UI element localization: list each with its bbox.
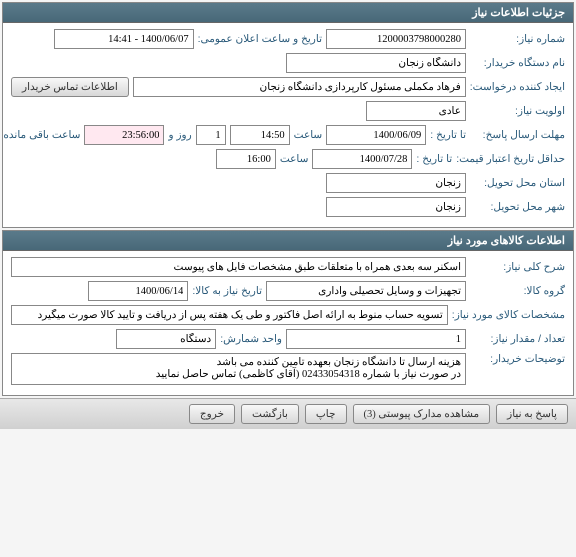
row-deadline: مهلت ارسال پاسخ: تا تاریخ : ساعت روز و س… [11,125,565,145]
label-spec: مشخصات کالای مورد نیاز: [452,309,565,321]
label-buyer: نام دستگاه خریدار: [470,57,565,69]
row-priority: اولویت نیاز: [11,101,565,121]
label-announce-date: تاریخ و ساعت اعلان عمومی: [198,33,322,45]
field-priority[interactable] [366,101,466,121]
field-spec[interactable] [11,305,448,325]
field-desc[interactable] [11,257,466,277]
row-requester: ایجاد کننده درخواست: اطلاعات تماس خریدار [11,77,565,97]
row-group: گروه کالا: تاریخ نیاز به کالا: [11,281,565,301]
contact-buyer-button[interactable]: اطلاعات تماس خریدار [11,77,129,97]
row-spec: مشخصات کالای مورد نیاز: [11,305,565,325]
button-bar: پاسخ به نیاز مشاهده مدارک پیوستی (3) چاپ… [0,398,576,429]
field-need-no[interactable] [326,29,466,49]
label-priority: اولویت نیاز: [470,105,565,117]
label-requester: ایجاد کننده درخواست: [470,81,565,93]
field-remaining[interactable] [84,125,164,145]
row-buyer: نام دستگاه خریدار: [11,53,565,73]
label-qty: تعداد / مقدار نیاز: [470,333,565,345]
panel2-body: شرح کلی نیاز: گروه کالا: تاریخ نیاز به ک… [3,251,573,395]
row-validity: حداقل تاریخ اعتبار قیمت: تا تاریخ : ساعت [11,149,565,169]
field-validity-date[interactable] [312,149,412,169]
label-unit: واحد شمارش: [220,333,282,345]
row-city: شهر محل تحویل: [11,197,565,217]
label-remaining: ساعت باقی مانده [3,129,80,141]
field-notes[interactable] [11,353,466,385]
label-day-and: روز و [168,129,191,141]
label-need-no: شماره نیاز: [470,33,565,45]
label-desc: شرح کلی نیاز: [470,261,565,273]
goods-info-panel: اطلاعات کالاهای مورد نیاز شرح کلی نیاز: … [2,230,574,396]
field-buyer[interactable] [286,53,466,73]
field-deadline-date[interactable] [326,125,426,145]
panel2-title: اطلاعات کالاهای مورد نیاز [3,231,573,251]
panel1-title: جزئیات اطلاعات نیاز [3,3,573,23]
field-group[interactable] [266,281,466,301]
field-need-date[interactable] [88,281,188,301]
label-to-date1: تا تاریخ : [430,129,466,141]
row-desc: شرح کلی نیاز: [11,257,565,277]
row-qty: تعداد / مقدار نیاز: واحد شمارش: [11,329,565,349]
field-city[interactable] [326,197,466,217]
field-qty[interactable] [286,329,466,349]
field-days[interactable] [196,125,226,145]
row-notes: توضیحات خریدار: [11,353,565,385]
exit-button[interactable]: خروج [189,404,235,424]
label-province: استان محل تحویل: [470,177,565,189]
field-announce-date[interactable] [54,29,194,49]
need-info-panel: جزئیات اطلاعات نیاز شماره نیاز: تاریخ و … [2,2,574,228]
label-validity: حداقل تاریخ اعتبار قیمت: [456,153,565,165]
field-unit[interactable] [116,329,216,349]
label-group: گروه کالا: [470,285,565,297]
panel1-body: شماره نیاز: تاریخ و ساعت اعلان عمومی: نا… [3,23,573,227]
label-need-date: تاریخ نیاز به کالا: [192,285,262,297]
field-province[interactable] [326,173,466,193]
print-button[interactable]: چاپ [305,404,347,424]
back-button[interactable]: بازگشت [241,404,299,424]
field-requester[interactable] [133,77,466,97]
label-to-date2: تا تاریخ : [416,153,452,165]
label-hour1: ساعت [294,129,323,141]
row-need-no: شماره نیاز: تاریخ و ساعت اعلان عمومی: [11,29,565,49]
label-notes: توضیحات خریدار: [470,353,565,365]
field-validity-hour[interactable] [216,149,276,169]
label-city: شهر محل تحویل: [470,201,565,213]
label-deadline: مهلت ارسال پاسخ: [470,129,565,141]
reply-button[interactable]: پاسخ به نیاز [496,404,568,424]
label-hour2: ساعت [280,153,309,165]
field-deadline-hour[interactable] [230,125,290,145]
row-province: استان محل تحویل: [11,173,565,193]
attachments-button[interactable]: مشاهده مدارک پیوستی (3) [353,404,491,424]
